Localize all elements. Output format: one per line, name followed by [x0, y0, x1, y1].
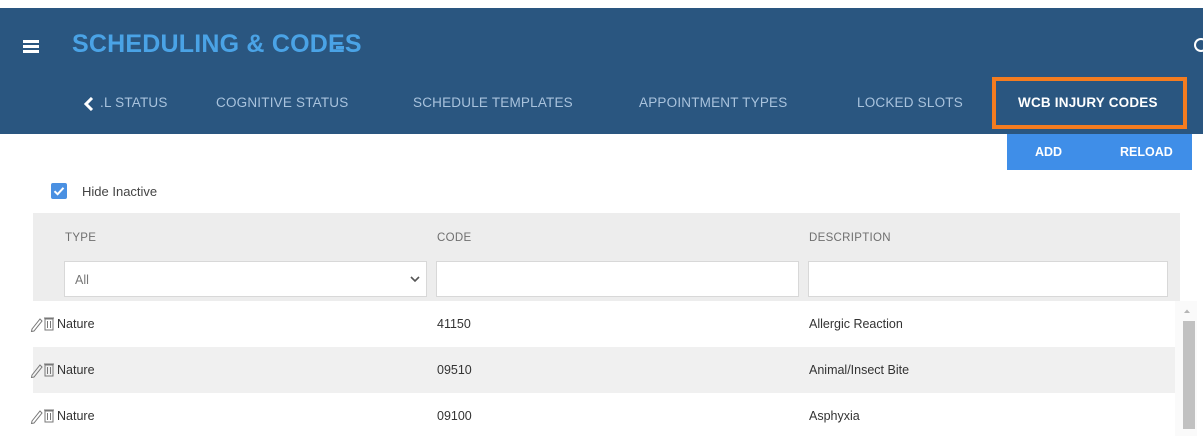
scrollbar-thumb[interactable]	[1183, 321, 1195, 429]
chevron-down-icon	[410, 276, 420, 283]
row-actions	[30, 409, 54, 424]
add-button[interactable]: ADD	[1035, 134, 1062, 170]
table-row[interactable]: Nature 09100 Asphyxia	[30, 393, 1175, 436]
cell-description: Asphyxia	[809, 409, 860, 423]
tab-l-status[interactable]: .L STATUS	[100, 87, 168, 119]
type-filter-select[interactable]: All	[64, 261, 427, 297]
pencil-icon[interactable]	[30, 364, 43, 378]
tab-appointment-types[interactable]: APPOINTMENT TYPES	[639, 87, 787, 119]
cell-description: Allergic Reaction	[809, 317, 903, 331]
cell-code: 09510	[437, 363, 472, 377]
hide-inactive-label: Hide Inactive	[82, 184, 158, 199]
trash-icon[interactable]	[44, 363, 54, 377]
refresh-icon[interactable]	[1194, 38, 1203, 52]
code-filter-input[interactable]	[436, 261, 799, 297]
reload-button[interactable]: RELOAD	[1120, 134, 1173, 170]
trash-icon[interactable]	[44, 317, 54, 331]
cell-type: Nature	[57, 363, 95, 377]
title-caret-icon[interactable]	[336, 46, 344, 49]
cell-description: Animal/Insect Bite	[809, 363, 910, 377]
table-row[interactable]: Nature 09510 Animal/Insect Bite	[30, 347, 1175, 393]
row-actions	[30, 317, 54, 332]
check-icon	[53, 187, 65, 196]
hamburger-icon[interactable]	[23, 40, 39, 53]
pencil-icon[interactable]	[30, 318, 43, 332]
app-title[interactable]: SCHEDULING & CODES	[72, 30, 362, 59]
tab-schedule-templates[interactable]: SCHEDULE TEMPLATES	[413, 87, 573, 119]
cell-type: Nature	[57, 409, 95, 423]
tab-bar: .L STATUS COGNITIVE STATUS SCHEDULE TEMP…	[0, 87, 1203, 119]
tab-wcb-injury-codes[interactable]: WCB INJURY CODES	[1018, 87, 1158, 119]
column-header-code[interactable]: CODE	[437, 232, 471, 244]
grid-header: TYPE CODE DESCRIPTION All	[33, 213, 1180, 301]
cell-code: 09100	[437, 409, 472, 423]
column-header-description[interactable]: DESCRIPTION	[809, 232, 891, 244]
action-bar: ADD RELOAD	[1007, 134, 1192, 170]
row-actions	[30, 363, 54, 378]
trash-icon[interactable]	[44, 409, 54, 423]
description-filter-input[interactable]	[808, 261, 1168, 297]
scroll-up-icon[interactable]	[1183, 308, 1191, 314]
tab-locked-slots[interactable]: LOCKED SLOTS	[857, 87, 963, 119]
type-filter-value: All	[75, 273, 89, 287]
tab-cognitive-status[interactable]: COGNITIVE STATUS	[216, 87, 348, 119]
cell-type: Nature	[57, 317, 95, 331]
column-header-type[interactable]: TYPE	[65, 232, 96, 244]
grid-body: Nature 41150 Allergic Reaction Nature 09…	[30, 301, 1180, 436]
pencil-icon[interactable]	[30, 410, 43, 424]
table-row[interactable]: Nature 41150 Allergic Reaction	[30, 301, 1175, 347]
cell-code: 41150	[437, 317, 471, 331]
hide-inactive-checkbox[interactable]	[51, 183, 67, 199]
